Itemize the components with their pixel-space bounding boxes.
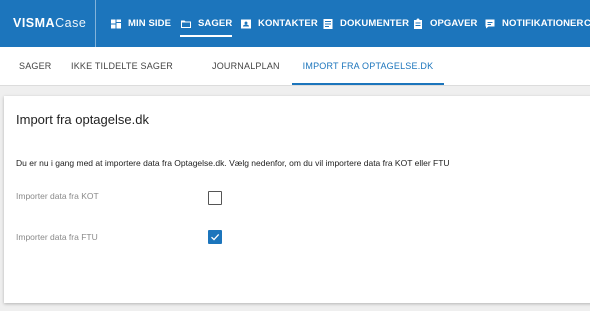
import-card: Import fra optagelse.dk Du er nu i gang …: [4, 96, 590, 303]
nav-dokumenter[interactable]: DOKUMENTER: [322, 0, 409, 47]
clipboard-icon: [414, 18, 422, 29]
nav-min-side[interactable]: MIN SIDE: [110, 0, 171, 47]
tab-ikke-tildelte-sager[interactable]: IKKE TILDELTE SAGER: [71, 47, 173, 85]
dashboard-icon: [111, 19, 121, 28]
brand-suffix: Case: [55, 16, 87, 30]
tab-sager[interactable]: SAGER: [19, 47, 52, 85]
document-icon: [323, 18, 333, 29]
import-ftu-label: Importer data fra FTU: [16, 232, 98, 242]
nav-opgaver[interactable]: OPGAVER: [412, 0, 478, 47]
brand-logo[interactable]: VISMACase: [13, 0, 86, 47]
folder-icon: [181, 20, 191, 28]
nav-label: KONTAKTER: [258, 18, 318, 29]
import-kot-label: Importer data fra KOT: [16, 191, 99, 201]
card-description: Du er nu i gang med at importere data fr…: [16, 158, 450, 168]
sub-tab-bar: SAGER IKKE TILDELTE SAGER JOURNALPLAN IM…: [0, 47, 590, 86]
contact-card-icon: [241, 19, 251, 28]
nav-label: SAGER: [198, 18, 233, 29]
nav-sager[interactable]: SAGER: [180, 0, 233, 47]
nav-overflow[interactable]: C: [584, 0, 590, 47]
tab-import-fra-optagelse[interactable]: IMPORT FRA OPTAGELSE.DK: [292, 47, 444, 85]
nav-kontakter[interactable]: KONTAKTER: [240, 0, 318, 47]
nav-label: C: [584, 18, 590, 29]
top-app-bar: VISMACase MIN SIDE SAGER KONTAKTER DOKUM…: [0, 0, 590, 47]
tab-journalplan[interactable]: JOURNALPLAN: [212, 47, 280, 85]
nav-label: OPGAVER: [430, 18, 478, 29]
nav-label: MIN SIDE: [128, 18, 172, 29]
nav-label: NOTIFIKATIONER: [502, 18, 584, 29]
import-kot-checkbox[interactable]: [208, 191, 222, 205]
brand-name: VISMA: [13, 16, 56, 30]
nav-notifikationer[interactable]: NOTIFIKATIONER: [484, 0, 583, 47]
checkmark-icon: [211, 233, 220, 241]
import-ftu-checkbox[interactable]: [208, 230, 222, 244]
brand-divider: [95, 0, 96, 47]
card-title: Import fra optagelse.dk: [16, 112, 149, 127]
nav-label: DOKUMENTER: [340, 18, 410, 29]
notification-icon: [485, 19, 495, 28]
